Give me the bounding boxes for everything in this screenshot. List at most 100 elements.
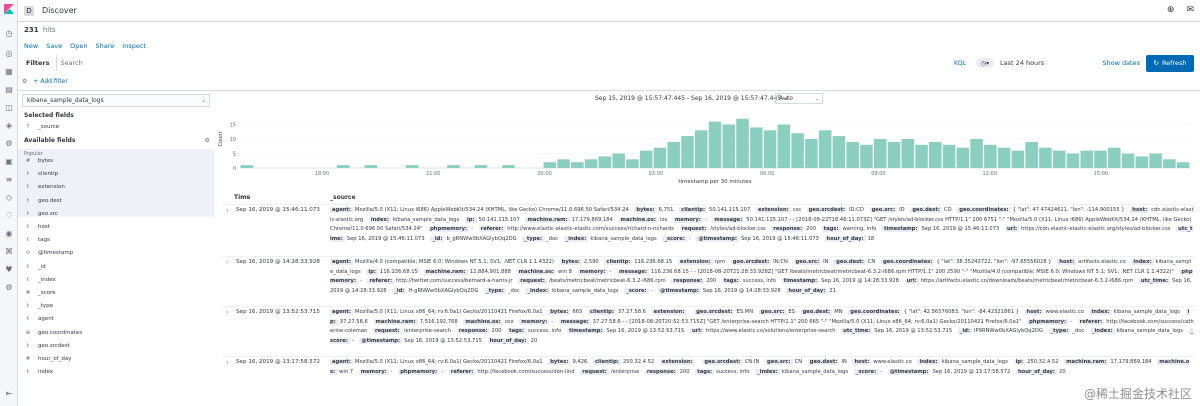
add-filter-button[interactable]: + Add filter (33, 78, 67, 85)
collapse-icon[interactable]: ⇤ (4, 388, 14, 398)
management-icon[interactable]: ⚙ (4, 282, 14, 292)
histogram-bar (887, 141, 901, 168)
discover-icon[interactable]: ◎ (4, 48, 14, 58)
source-value: - (1070, 318, 1072, 325)
histogram-bar (818, 130, 832, 168)
field-item[interactable]: # _score (24, 290, 56, 296)
source-field: clientip: 116.236.68.15 (604, 259, 672, 265)
maps-icon[interactable]: ◈ (4, 120, 14, 130)
field-item[interactable]: ⊕ geo.coordinates (24, 330, 82, 336)
uptime-icon[interactable]: ♡ (4, 210, 14, 220)
siem-icon[interactable]: ◉ (4, 228, 14, 238)
search-input[interactable]: Search (55, 55, 955, 71)
source-key: geo.src: (758, 309, 787, 315)
refresh-button[interactable]: ↻ Refresh (1146, 54, 1194, 72)
source-field: extension: (659, 359, 697, 365)
source-field: utc_time: Sep 16, 2019 @ 13:52:53.715 (841, 328, 952, 334)
field-type-icon: t (26, 237, 30, 244)
field-item[interactable]: t _index (24, 277, 56, 283)
ml-icon[interactable]: ⚙ (4, 138, 14, 148)
histogram-bar (584, 159, 598, 168)
visualize-icon[interactable]: ▦ (4, 66, 14, 76)
source-key: geo.src: (765, 359, 793, 365)
source-key: geo.coordinates: (957, 207, 1011, 213)
show-dates-link[interactable]: Show dates (1098, 59, 1140, 67)
expand-row-icon[interactable]: › (226, 207, 228, 214)
source-field: timestamp: Sep 16, 2019 @ 15:46:11.073 (882, 226, 999, 232)
kql-toggle[interactable]: KQL (954, 60, 966, 67)
histogram-bar (1052, 150, 1066, 168)
histogram-bar (1121, 153, 1135, 168)
field-item[interactable]: ? _source (24, 124, 59, 130)
field-item[interactable]: t geo.src (24, 211, 58, 217)
histogram-bar (722, 124, 736, 168)
field-item[interactable]: # bytes (24, 158, 53, 164)
source-key: _score: (624, 287, 649, 294)
kibana-logo-icon[interactable] (3, 3, 15, 15)
canvas-icon[interactable]: ◫ (4, 102, 14, 112)
column-source[interactable]: _source (330, 194, 356, 201)
recent-icon[interactable]: ◷ (4, 28, 14, 38)
devtools-icon[interactable]: ⌘ (4, 246, 14, 256)
source-value: Sep 16, 2019 @ 15:46:11.073 (346, 235, 425, 242)
source-field: _index: kibana_sample_data_logs (755, 368, 848, 375)
apm-icon[interactable]: ◇ (4, 192, 14, 202)
field-item[interactable]: t tags (24, 237, 50, 243)
source-key: request: (580, 368, 609, 375)
field-item[interactable]: t index (24, 369, 53, 375)
infra-icon[interactable]: ▣ (4, 156, 14, 166)
field-name: clientip (38, 171, 59, 178)
hit-count-value: 231 (24, 26, 39, 34)
field-item[interactable]: t geo.dest (24, 198, 62, 204)
histogram-bar (805, 139, 818, 168)
menu-inspect[interactable]: Inspect (122, 42, 146, 50)
source-key: geo.srcdest: (702, 359, 743, 365)
source-field: bytes: 2,590 (559, 259, 599, 265)
field-type-icon: t (26, 276, 30, 283)
source-value: www.elastic.co (873, 359, 912, 365)
monitoring-icon[interactable]: ♥ (4, 264, 14, 274)
time-range[interactable]: Last 24 hours (1000, 59, 1098, 67)
source-field: hour_of_day: 18 (824, 235, 874, 242)
source-key: machine.ram: (373, 318, 418, 325)
mail-icon[interactable]: ✉ (1186, 5, 1194, 15)
source-value: - (688, 235, 691, 242)
app-badge[interactable]: D (24, 5, 34, 16)
source-field: geo.dest: MN (800, 309, 843, 315)
column-time[interactable]: Time (222, 194, 330, 201)
dashboard-icon[interactable]: ▤ (4, 84, 14, 94)
menu-share[interactable]: Share (96, 42, 115, 50)
field-item[interactable]: t _type (24, 303, 53, 309)
expand-row-icon[interactable]: › (226, 259, 228, 266)
help-icon[interactable]: ⊕ (1167, 5, 1175, 15)
menu-save[interactable]: Save (46, 42, 62, 50)
source-field: memory: - (577, 268, 611, 275)
source-key: response: (456, 328, 490, 334)
logs-icon[interactable]: ≡ (4, 174, 14, 184)
field-item[interactable]: ⊙ @timestamp (24, 250, 73, 256)
calendar-icon[interactable]: ◷▾ (976, 58, 994, 68)
histogram-bar (1094, 150, 1107, 168)
field-item[interactable]: t agent (24, 316, 54, 322)
source-key: phpmemory: (428, 226, 470, 232)
histogram-bar (901, 139, 915, 168)
expand-row-icon[interactable]: › (226, 309, 228, 316)
menu-new[interactable]: New (24, 42, 38, 50)
field-item[interactable]: # hour_of_day (24, 356, 72, 362)
filters-label: Filters (26, 59, 50, 67)
index-pattern-select[interactable]: kibana_sample_data_logs ⌄ (22, 94, 210, 107)
source-field: response: 200 (644, 368, 690, 375)
field-item[interactable]: t extension (24, 184, 65, 190)
source-value: 7,516,192,768 (419, 318, 458, 325)
field-settings-icon[interactable]: ⚙ (205, 137, 210, 144)
menu-open[interactable]: Open (70, 42, 87, 50)
hit-count: 231 hits (24, 26, 56, 34)
field-item[interactable]: t geo.srcdest (24, 343, 70, 349)
source-field: geo.src: IN (793, 259, 828, 265)
filter-settings-icon[interactable]: ⚙ (22, 78, 27, 85)
field-item[interactable]: t host (24, 224, 50, 230)
field-name: host (38, 224, 50, 230)
field-item[interactable]: t _id (24, 264, 46, 270)
field-item[interactable]: t clientip (24, 171, 58, 177)
expand-row-icon[interactable]: › (226, 359, 228, 366)
